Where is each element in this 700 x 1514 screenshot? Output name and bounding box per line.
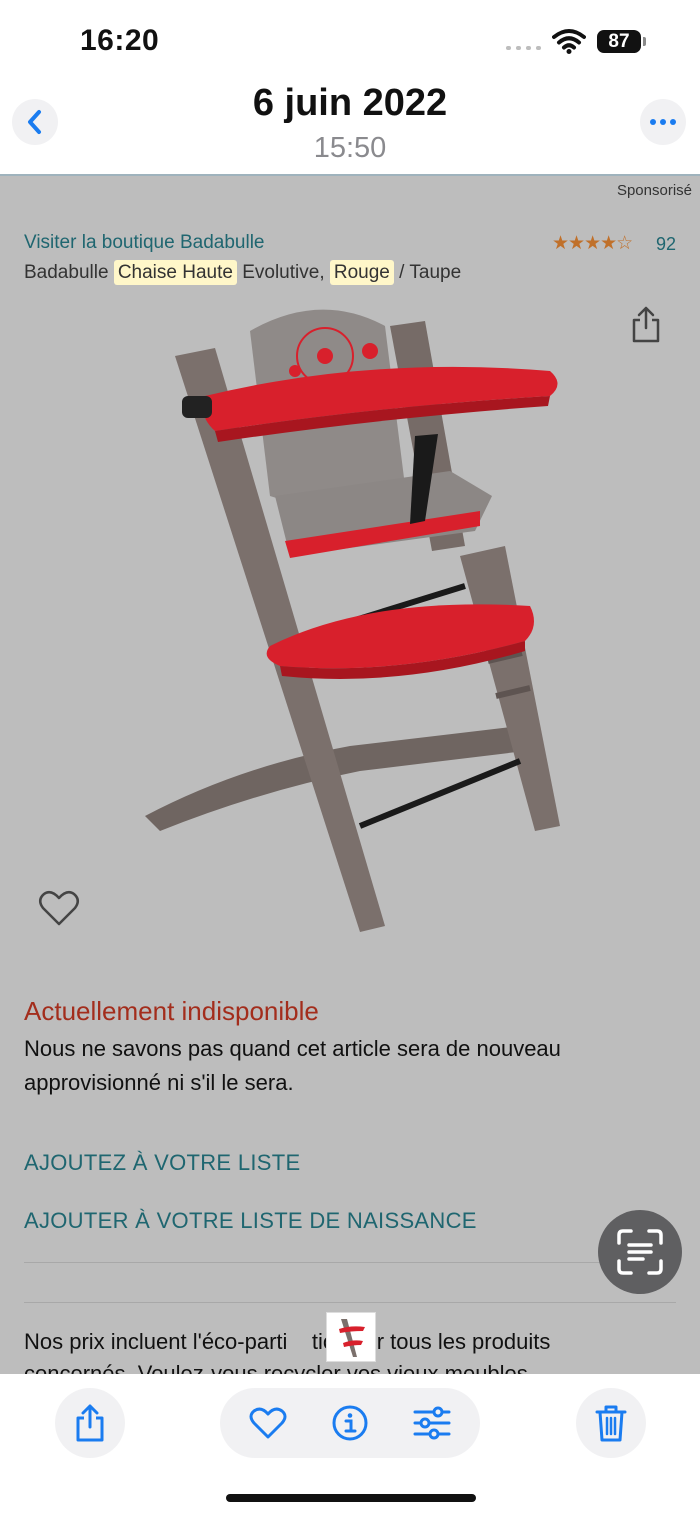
info-button[interactable] [315,1388,385,1458]
battery-tip [643,37,646,46]
rating-stars: ★★★★☆ [552,233,633,254]
info-icon [332,1405,368,1441]
delete-button[interactable] [576,1388,646,1458]
share-button[interactable] [55,1388,125,1458]
bottom-toolbar [0,1374,700,1514]
sliders-icon [413,1406,451,1440]
chair-thumbnail-icon [339,1319,365,1357]
favorite-button[interactable] [233,1388,303,1458]
live-text-icon [617,1229,663,1275]
photo-header: 6 juin 2022 15:50 [0,80,700,174]
add-to-birth-list-link: AJOUTER À VOTRE LISTE DE NAISSANCE [24,1208,477,1233]
unavailable-title: Actuellement indisponible [24,996,319,1026]
live-text-button[interactable] [598,1210,682,1294]
status-time: 16:20 [80,24,160,57]
photo-viewer[interactable]: Sponsorisé Visiter la boutique Badabulle… [0,174,700,1374]
title-end: / Taupe [399,262,462,283]
divider [24,1302,676,1303]
status-bar: 16:20 87 [0,0,700,80]
cellular-signal-icon [506,46,541,50]
rating-count: 92 [656,234,677,254]
title-middle: Evolutive, [242,262,325,283]
wifi-icon [552,29,586,54]
ellipsis-icon [650,119,676,125]
product-title: Badabulle Chaise Haute Evolutive, Rouge … [24,260,462,285]
sponsored-label: Sponsorisé [616,182,692,199]
shop-link: Visiter la boutique Badabulle [24,232,265,253]
share-icon [632,306,660,343]
unavailable-text: Nous ne savons pas quand cet article ser… [24,1036,561,1095]
add-to-list-link: AJOUTEZ À VOTRE LISTE [24,1150,301,1175]
home-indicator [226,1494,476,1502]
adjust-button[interactable] [397,1388,467,1458]
title-highlight-2: Rouge [329,260,394,285]
trash-icon [595,1405,627,1442]
battery-indicator: 87 [597,30,641,53]
more-button[interactable] [640,99,686,145]
heart-icon [39,890,79,926]
title-highlight-1: Chaise Haute [113,260,237,285]
title-brand: Badabulle [24,262,109,283]
photo-date: 6 juin 2022 [252,82,448,124]
share-icon [76,1404,104,1442]
divider [24,1262,676,1263]
heart-icon [249,1407,287,1439]
eco-thumbnail [326,1312,376,1362]
product-image [145,309,560,932]
photo-time: 15:50 [313,132,387,164]
action-group [220,1388,480,1458]
